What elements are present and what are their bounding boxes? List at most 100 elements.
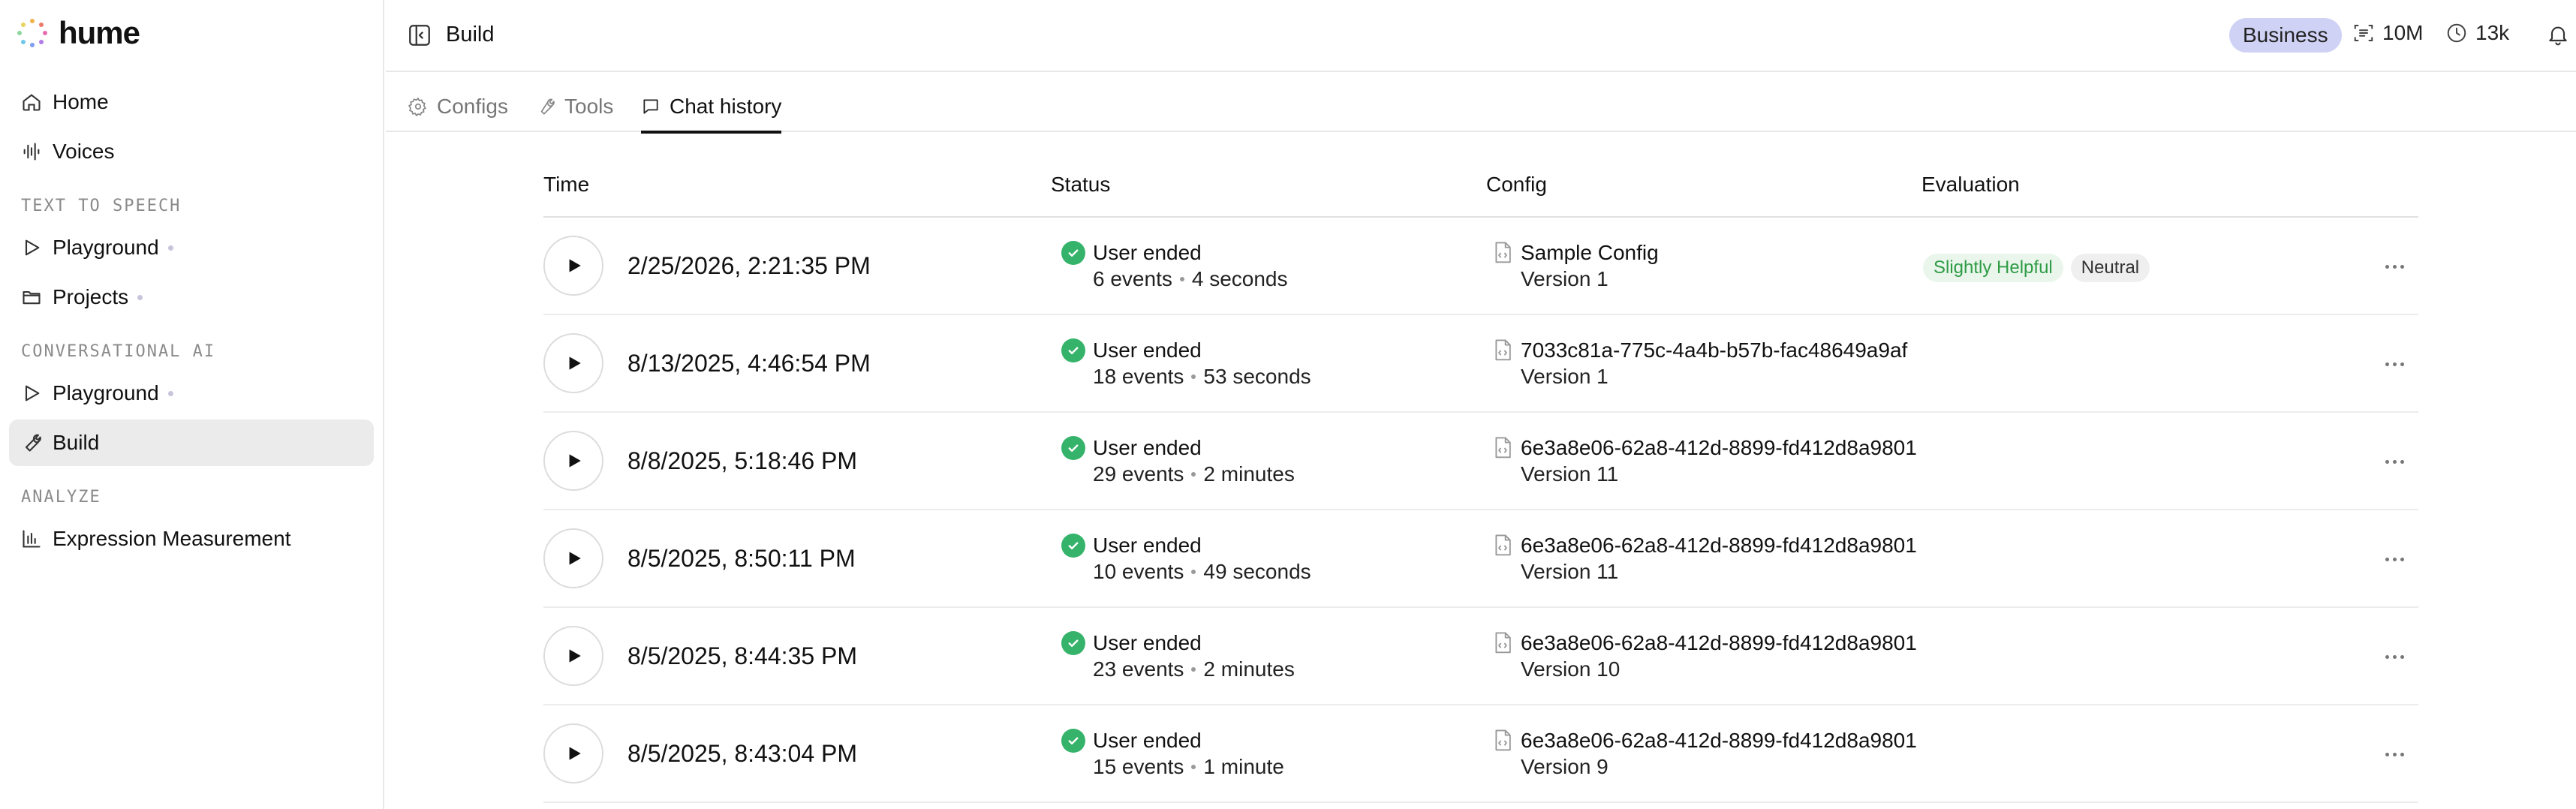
separator-dot (1191, 667, 1196, 672)
chat-time[interactable]: 2/25/2026, 2:21:35 PM (627, 252, 871, 280)
separator-dot (1179, 277, 1184, 281)
play-icon (569, 552, 581, 565)
config-file-icon (1495, 534, 1511, 556)
sidebar-item-voices[interactable]: Voices (9, 128, 374, 175)
sidebar-item-tts-playground[interactable]: Playground (9, 224, 374, 271)
table-row[interactable]: 8/5/2025, 8:43:04 PM User ended 15 event… (543, 705, 2418, 803)
chat-time[interactable]: 8/5/2025, 8:43:04 PM (627, 740, 857, 768)
tab-chat-history[interactable]: Chat history (641, 87, 782, 134)
evaluation-tag: Neutral (2070, 254, 2150, 282)
play-outline-icon (25, 385, 40, 401)
minutes-usage-value: 13k (2475, 21, 2510, 44)
chat-config[interactable]: 6e3a8e06-62a8-412d-8899-fd412d8a9801 Ver… (1492, 533, 1917, 584)
config-version: Version 10 (1521, 657, 1621, 681)
chat-config[interactable]: 7033c81a-775c-4a4b-b57b-fac48649a9af Ver… (1492, 338, 1907, 389)
play-button[interactable] (543, 528, 603, 588)
page-title: Build (446, 23, 495, 47)
status-text: User ended (1093, 241, 1202, 264)
separator-dot (1191, 570, 1196, 574)
table-row[interactable]: 8/5/2025, 8:44:35 PM User ended 23 event… (543, 608, 2418, 705)
sidebar-toggle-icon[interactable] (407, 23, 432, 48)
sidebar-item-home[interactable]: Home (9, 79, 374, 125)
tab-tools[interactable]: Tools (536, 87, 613, 126)
status-text: User ended (1093, 338, 1202, 362)
config-file-icon (1495, 339, 1511, 361)
config-file-icon (1495, 242, 1511, 263)
chat-config[interactable]: 6e3a8e06-62a8-412d-8899-fd412d8a9801 Ver… (1492, 630, 1917, 681)
section-label-analyze: ANALYZE (21, 488, 101, 507)
sidebar-item-label: Expression Measurement (53, 527, 291, 550)
play-outline-icon (25, 239, 40, 256)
top-header: Build Business 10M 13k (386, 0, 2576, 72)
table-row[interactable]: 8/13/2025, 4:46:54 PM User ended 18 even… (543, 315, 2418, 413)
column-header-config[interactable]: Config (1486, 173, 1547, 197)
config-version: Version 11 (1521, 462, 1619, 486)
play-button[interactable] (543, 723, 603, 783)
sidebar-item-build[interactable]: Build (9, 420, 374, 466)
play-button[interactable] (543, 626, 603, 686)
chat-time[interactable]: 8/5/2025, 8:44:35 PM (627, 642, 857, 670)
sidebar-item-expression-measurement[interactable]: Expression Measurement (9, 516, 374, 562)
check-circle-icon (1061, 631, 1085, 655)
column-header-evaluation[interactable]: Evaluation (1921, 173, 2020, 197)
chat-time[interactable]: 8/8/2025, 5:18:46 PM (627, 447, 857, 475)
table-header: Time Status Config Evaluation (543, 132, 2418, 218)
hume-logo[interactable]: hume (17, 15, 140, 51)
play-button[interactable] (543, 236, 603, 296)
sidebar-item-label: Voices (53, 140, 115, 163)
chat-status: User ended 23 events 2 minutes (1060, 630, 1295, 681)
chat-config[interactable]: 6e3a8e06-62a8-412d-8899-fd412d8a9801 Ver… (1492, 728, 1917, 779)
play-button[interactable] (543, 333, 603, 393)
sidebar-item-label: Build (53, 431, 100, 454)
chat-config[interactable]: Sample Config Version 1 (1492, 240, 1659, 291)
more-options-button[interactable] (2379, 741, 2409, 767)
more-options-button[interactable] (2379, 254, 2409, 279)
more-options-button[interactable] (2379, 351, 2409, 377)
column-header-status[interactable]: Status (1051, 173, 1110, 197)
config-file-icon (1495, 437, 1511, 459)
more-options-button[interactable] (2379, 644, 2409, 669)
table-row[interactable]: 2/25/2026, 2:21:35 PM User ended 6 event… (543, 218, 2418, 315)
sidebar-item-label: Playground (53, 236, 159, 259)
tab-label: Configs (437, 95, 508, 118)
brand-name: hume (59, 15, 140, 50)
check-circle-icon (1061, 241, 1085, 265)
chat-config[interactable]: 6e3a8e06-62a8-412d-8899-fd412d8a9801 Ver… (1492, 435, 1917, 486)
characters-usage-value: 10M (2382, 21, 2424, 44)
more-options-button[interactable] (2379, 546, 2409, 572)
status-text: User ended (1093, 729, 1202, 752)
sidebar-item-conv-playground[interactable]: Playground (9, 370, 374, 417)
column-header-time[interactable]: Time (543, 173, 589, 197)
more-options-button[interactable] (2379, 449, 2409, 474)
config-file-icon (1495, 632, 1511, 654)
separator-dot (1191, 374, 1196, 379)
chat-time[interactable]: 8/5/2025, 8:50:11 PM (627, 545, 856, 573)
bell-icon[interactable] (2546, 23, 2570, 47)
chat-time[interactable]: 8/13/2025, 4:46:54 PM (627, 350, 871, 377)
event-count: 6 events (1093, 267, 1172, 290)
table-row[interactable]: 8/8/2025, 5:18:46 PM User ended 29 event… (543, 413, 2418, 510)
chat-status: User ended 10 events 49 seconds (1060, 533, 1311, 584)
sidebar-item-projects[interactable]: Projects (9, 274, 374, 320)
chat-icon (643, 99, 658, 114)
plan-badge[interactable]: Business (2229, 18, 2342, 53)
minutes-usage[interactable]: 13k (2445, 21, 2509, 45)
config-name: 6e3a8e06-62a8-412d-8899-fd412d8a9801 (1521, 631, 1917, 654)
characters-usage[interactable]: 10M (2352, 21, 2423, 45)
chat-duration: 49 seconds (1203, 560, 1311, 583)
chat-duration: 4 seconds (1191, 267, 1288, 290)
event-count: 10 events (1093, 560, 1184, 583)
table-row[interactable]: 8/5/2025, 8:50:11 PM User ended 10 event… (543, 510, 2418, 608)
chat-duration: 2 minutes (1203, 462, 1295, 486)
section-label-conversational-ai: CONVERSATIONAL AI (21, 342, 216, 361)
evaluation-tags: Slightly Helpful Neutral (1923, 254, 2150, 282)
folder-icon (23, 290, 41, 305)
tab-configs[interactable]: Configs (408, 87, 508, 126)
home-icon (23, 94, 41, 111)
config-version: Version 9 (1521, 755, 1608, 778)
clock-icon (2447, 23, 2466, 43)
config-name: 6e3a8e06-62a8-412d-8899-fd412d8a9801 (1521, 534, 1917, 557)
play-button[interactable] (543, 431, 603, 491)
waveform-icon (23, 143, 40, 161)
chat-history-table: Time Status Config Evaluation 2/25/2026,… (543, 132, 2418, 803)
